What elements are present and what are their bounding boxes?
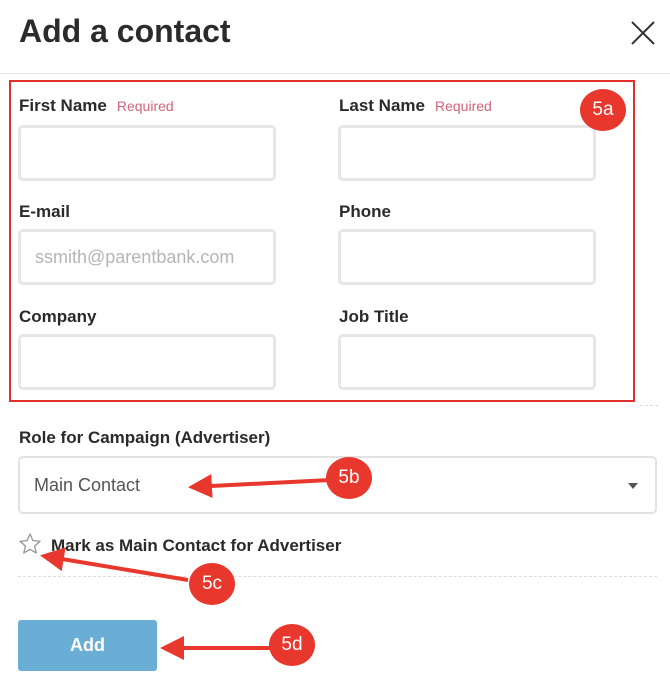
email-label: E-mail — [19, 202, 71, 221]
phone-field[interactable] — [338, 229, 596, 285]
first-name-required: Required — [116, 98, 174, 114]
annotation-badge-5d: 5d — [269, 624, 315, 666]
last-name-label: Last Name Required — [339, 96, 492, 115]
close-icon[interactable] — [628, 18, 658, 48]
section-divider — [640, 405, 658, 406]
role-label: Role for Campaign (Advertiser) — [19, 428, 271, 447]
dialog-title: Add a contact — [19, 13, 231, 49]
role-selected-value: Main Contact — [34, 475, 141, 495]
chevron-down-icon — [628, 483, 638, 489]
first-name-field[interactable] — [18, 125, 276, 181]
annotation-badge-5a: 5a — [580, 89, 626, 131]
first-name-label: First Name Required — [19, 96, 174, 115]
main-contact-label[interactable]: Mark as Main Contact for Advertiser — [51, 536, 341, 556]
job-title-label: Job Title — [339, 307, 409, 326]
last-name-field[interactable] — [338, 125, 596, 181]
job-title-field[interactable] — [338, 334, 596, 390]
annotation-badge-5c: 5c — [189, 563, 235, 605]
company-label: Company — [19, 307, 97, 326]
last-name-required: Required — [434, 98, 492, 114]
section-divider-2 — [18, 576, 657, 577]
header-divider — [0, 73, 670, 74]
email-field[interactable] — [18, 229, 276, 285]
phone-label: Phone — [339, 202, 391, 221]
annotation-badge-5b: 5b — [326, 457, 372, 499]
star-icon[interactable] — [18, 532, 42, 556]
company-field[interactable] — [18, 334, 276, 390]
add-button[interactable]: Add — [18, 620, 157, 671]
